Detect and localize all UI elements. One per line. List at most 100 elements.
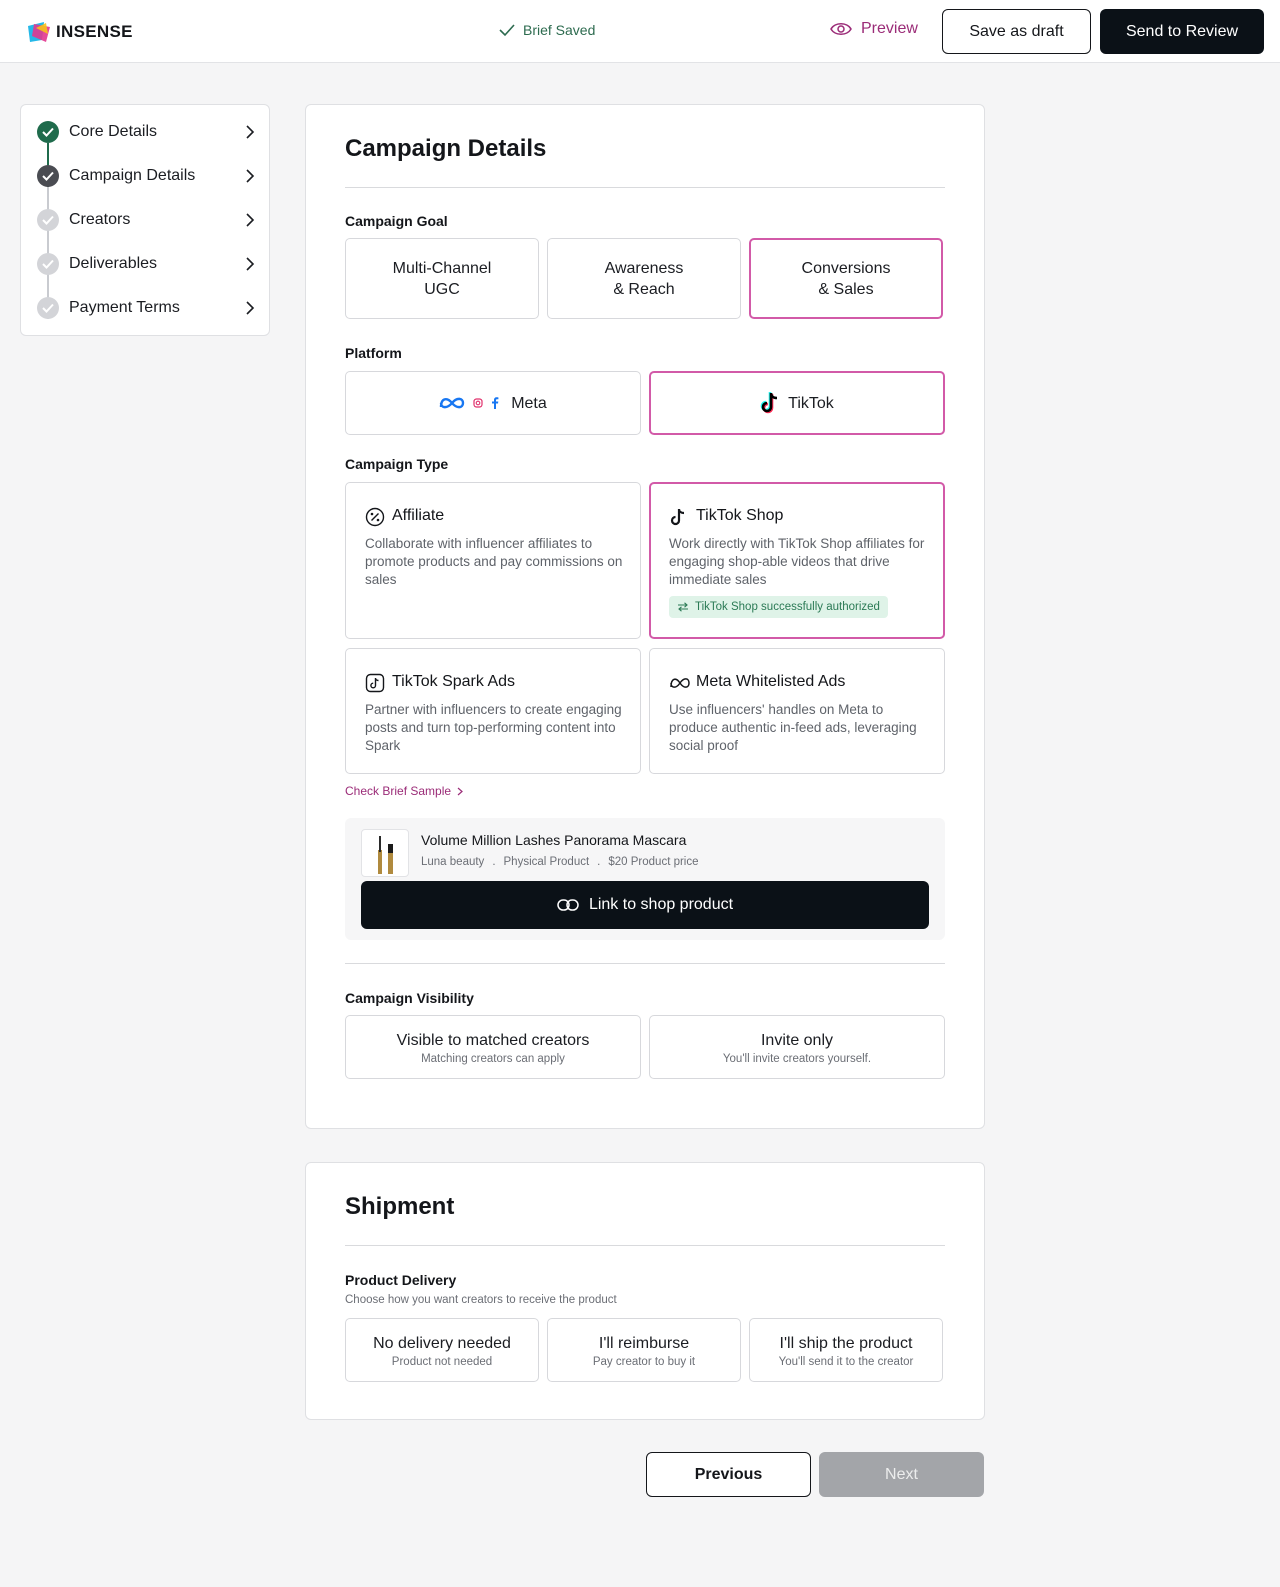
option-title: I'll ship the product [779, 1334, 913, 1352]
chevron-right-icon [457, 787, 463, 795]
step-payment-terms[interactable]: Payment Terms [37, 293, 257, 323]
option-line: UGC [424, 280, 460, 298]
step-campaign-details[interactable]: Campaign Details [37, 161, 257, 191]
save-status: Brief Saved [499, 22, 595, 38]
type-title: TikTok Spark Ads [392, 673, 516, 690]
check-circle-icon [37, 297, 59, 319]
section-label-platform: Platform [345, 345, 402, 361]
section-label-visibility: Campaign Visibility [345, 990, 474, 1006]
type-description: Partner with influencers to create engag… [365, 702, 622, 753]
check-circle-icon [37, 121, 59, 143]
button-label: Link to shop product [588, 896, 734, 913]
type-option-affiliate[interactable]: Affiliate Collaborate with influencer af… [345, 482, 641, 639]
logo[interactable]: INSENSE [26, 20, 133, 44]
insense-logo-icon [26, 20, 52, 44]
type-option-tiktok-shop[interactable]: TikTok Shop Work directly with TikTok Sh… [649, 482, 945, 639]
tiktok-icon [760, 392, 778, 414]
facebook-icon [492, 397, 499, 409]
option-line: Awareness [604, 259, 684, 277]
tiktok-square-icon [365, 673, 385, 693]
option-line: Multi-Channel [392, 259, 492, 277]
logo-text: INSENSE [56, 22, 133, 41]
check-circle-icon [37, 253, 59, 275]
section-label-type: Campaign Type [345, 456, 449, 472]
delivery-option-ship[interactable]: I'll ship the product You'll send it to … [749, 1318, 943, 1382]
platform-option-tiktok[interactable]: TikTok [649, 371, 945, 435]
step-deliverables[interactable]: Deliverables [37, 249, 257, 279]
badge-text: TikTok Shop successfully authorized [695, 601, 880, 613]
option-line: & Reach [613, 280, 675, 298]
chevron-right-icon [246, 213, 255, 227]
type-title: TikTok Shop [696, 507, 784, 524]
link-icon [557, 899, 579, 911]
goal-option-multichannel[interactable]: Multi-Channel UGC [345, 238, 539, 319]
send-to-review-button[interactable]: Send to Review [1100, 9, 1264, 54]
option-subtitle: Product not needed [391, 1355, 493, 1368]
goal-option-conversions[interactable]: Conversions & Sales [749, 238, 943, 319]
chevron-right-icon [246, 301, 255, 315]
save-draft-button[interactable]: Save as draft [942, 9, 1091, 54]
option-subtitle: Pay creator to buy it [592, 1355, 696, 1368]
shipment-card: Shipment Product Delivery Choose how you… [305, 1162, 985, 1420]
swap-icon [678, 602, 688, 612]
step-label: Campaign Details [69, 167, 196, 184]
check-icon [499, 24, 515, 37]
option-subtitle: You'll invite creators yourself. [722, 1052, 872, 1065]
step-label: Core Details [69, 123, 158, 140]
chevron-right-icon [246, 125, 255, 139]
instagram-icon [473, 398, 483, 408]
step-label: Payment Terms [69, 299, 180, 316]
type-option-spark-ads[interactable]: TikTok Spark Ads Partner with influencer… [345, 648, 641, 774]
meta-icon [440, 397, 465, 409]
option-line: Conversions [801, 259, 891, 277]
option-subtitle: Matching creators can apply [421, 1052, 565, 1065]
platform-label: Meta [511, 394, 547, 412]
step-core-details[interactable]: Core Details [37, 117, 257, 147]
product-meta: Luna beauty . Physical Product . $20 Pro… [421, 856, 699, 868]
next-button[interactable]: Next [819, 1452, 984, 1497]
visibility-option-invite[interactable]: Invite only You'll invite creators yours… [649, 1015, 945, 1079]
divider [345, 187, 945, 188]
option-line: & Sales [818, 280, 874, 298]
step-creators[interactable]: Creators [37, 205, 257, 235]
card-title: Campaign Details [345, 135, 547, 162]
save-status-text: Brief Saved [523, 22, 596, 38]
link-text: Check Brief Sample [345, 784, 452, 798]
option-title: I'll reimburse [598, 1334, 690, 1352]
tiktok-icon [670, 508, 685, 526]
type-description: Use influencers' handles on Meta to prod… [669, 702, 917, 753]
check-circle-icon [37, 165, 59, 187]
platform-label: TikTok [788, 394, 834, 412]
visibility-option-matched[interactable]: Visible to matched creators Matching cre… [345, 1015, 641, 1079]
preview-button[interactable]: Preview [830, 20, 918, 38]
divider [345, 1245, 945, 1246]
product-kind: Physical Product [503, 856, 590, 868]
preview-label: Preview [861, 20, 918, 37]
check-brief-sample-link[interactable]: Check Brief Sample [345, 784, 463, 798]
platform-option-meta[interactable]: Meta [345, 371, 641, 435]
type-option-meta-whitelisted[interactable]: Meta Whitelisted Ads Use influencers' ha… [649, 648, 945, 774]
product-image [361, 829, 409, 877]
chevron-right-icon [246, 169, 255, 183]
option-title: Visible to matched creators [396, 1031, 590, 1049]
type-description: Collaborate with influencer affiliates t… [365, 536, 623, 587]
eye-icon [830, 23, 852, 35]
campaign-details-card: Campaign Details Campaign Goal Multi-Cha… [305, 104, 985, 1129]
percent-badge-icon [365, 507, 385, 527]
card-title: Shipment [345, 1193, 455, 1220]
goal-option-awareness[interactable]: Awareness & Reach [547, 238, 741, 319]
delivery-option-reimburse[interactable]: I'll reimburse Pay creator to buy it [547, 1318, 741, 1382]
shop-product-panel: Volume Million Lashes Panorama Mascara L… [345, 818, 945, 940]
section-hint: Choose how you want creators to receive … [345, 1294, 617, 1306]
check-circle-icon [37, 209, 59, 231]
option-subtitle: You'll send it to the creator [778, 1355, 914, 1368]
top-bar: INSENSE Brief Saved Preview Save as draf… [0, 0, 1280, 63]
meta-icon [670, 678, 690, 688]
delivery-option-none[interactable]: No delivery needed Product not needed [345, 1318, 539, 1382]
option-title: Invite only [760, 1031, 834, 1049]
product-price: $20 Product price [608, 856, 699, 868]
previous-button[interactable]: Previous [646, 1452, 811, 1497]
step-navigator: Core Details Campaign Details Creators D… [20, 104, 270, 336]
link-to-shop-product-button[interactable]: Link to shop product [361, 881, 929, 929]
meta-separator: . [597, 856, 601, 868]
